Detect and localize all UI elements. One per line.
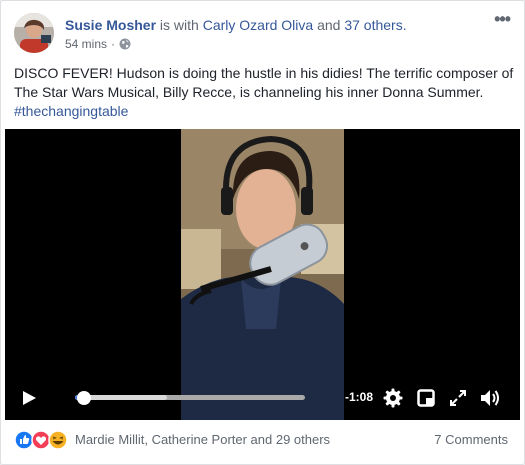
reaction-icons[interactable] [15, 430, 73, 450]
pip-icon[interactable] [417, 389, 435, 407]
post-card: Susie Mosher is with Carly Ozard Oliva a… [0, 0, 525, 465]
like-icon [15, 430, 34, 450]
gear-icon[interactable] [383, 388, 403, 408]
post-timestamp[interactable]: 54 mins [65, 36, 107, 52]
video-player[interactable]: -1:08 [5, 129, 520, 420]
seek-handle[interactable] [77, 391, 92, 405]
tagged-person[interactable]: Carly Ozard Oliva [203, 17, 313, 33]
post-meta: 54 mins · [65, 36, 131, 52]
reaction-names[interactable]: Mardie Millit, Catherine Porter and 29 o… [75, 432, 330, 448]
post-text: DISCO FEVER! Hudson is doing the hustle … [14, 64, 514, 121]
globe-icon[interactable] [119, 38, 131, 50]
hashtag-link[interactable]: #thechangingtable [14, 102, 514, 121]
play-icon[interactable] [21, 390, 37, 406]
tagged-others[interactable]: 37 others. [344, 17, 406, 33]
video-frame [181, 129, 344, 420]
author-avatar[interactable] [14, 13, 54, 53]
and-label: and [317, 17, 341, 33]
more-options-icon[interactable]: ••• [494, 10, 511, 28]
seek-bar[interactable] [75, 395, 305, 400]
fullscreen-icon[interactable] [449, 389, 467, 407]
time-remaining: -1:08 [345, 390, 374, 404]
love-icon [31, 430, 51, 450]
reactions-bar: Mardie Millit, Catherine Porter and 29 o… [1, 424, 524, 454]
with-label: is with [159, 17, 199, 33]
volume-icon[interactable] [479, 388, 501, 408]
haha-icon [48, 430, 68, 450]
comments-count[interactable]: 7 Comments [434, 432, 508, 448]
author-name[interactable]: Susie Mosher [65, 17, 156, 33]
post-body: DISCO FEVER! Hudson is doing the hustle … [14, 65, 514, 100]
post-header: Susie Mosher is with Carly Ozard Oliva a… [65, 16, 407, 34]
